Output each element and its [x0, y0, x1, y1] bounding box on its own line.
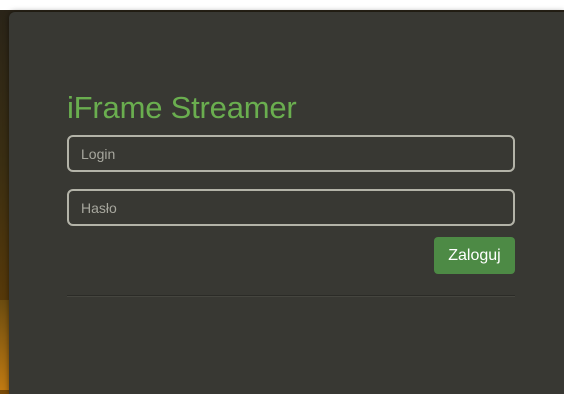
password-input[interactable] — [67, 189, 515, 226]
footer-divider — [67, 295, 515, 297]
login-input[interactable] — [67, 135, 515, 172]
login-button[interactable]: Zaloguj — [434, 237, 515, 274]
login-screen: iFrame Streamer Zaloguj — [0, 0, 564, 394]
login-modal: iFrame Streamer Zaloguj — [9, 12, 564, 394]
app-title: iFrame Streamer — [67, 90, 297, 125]
